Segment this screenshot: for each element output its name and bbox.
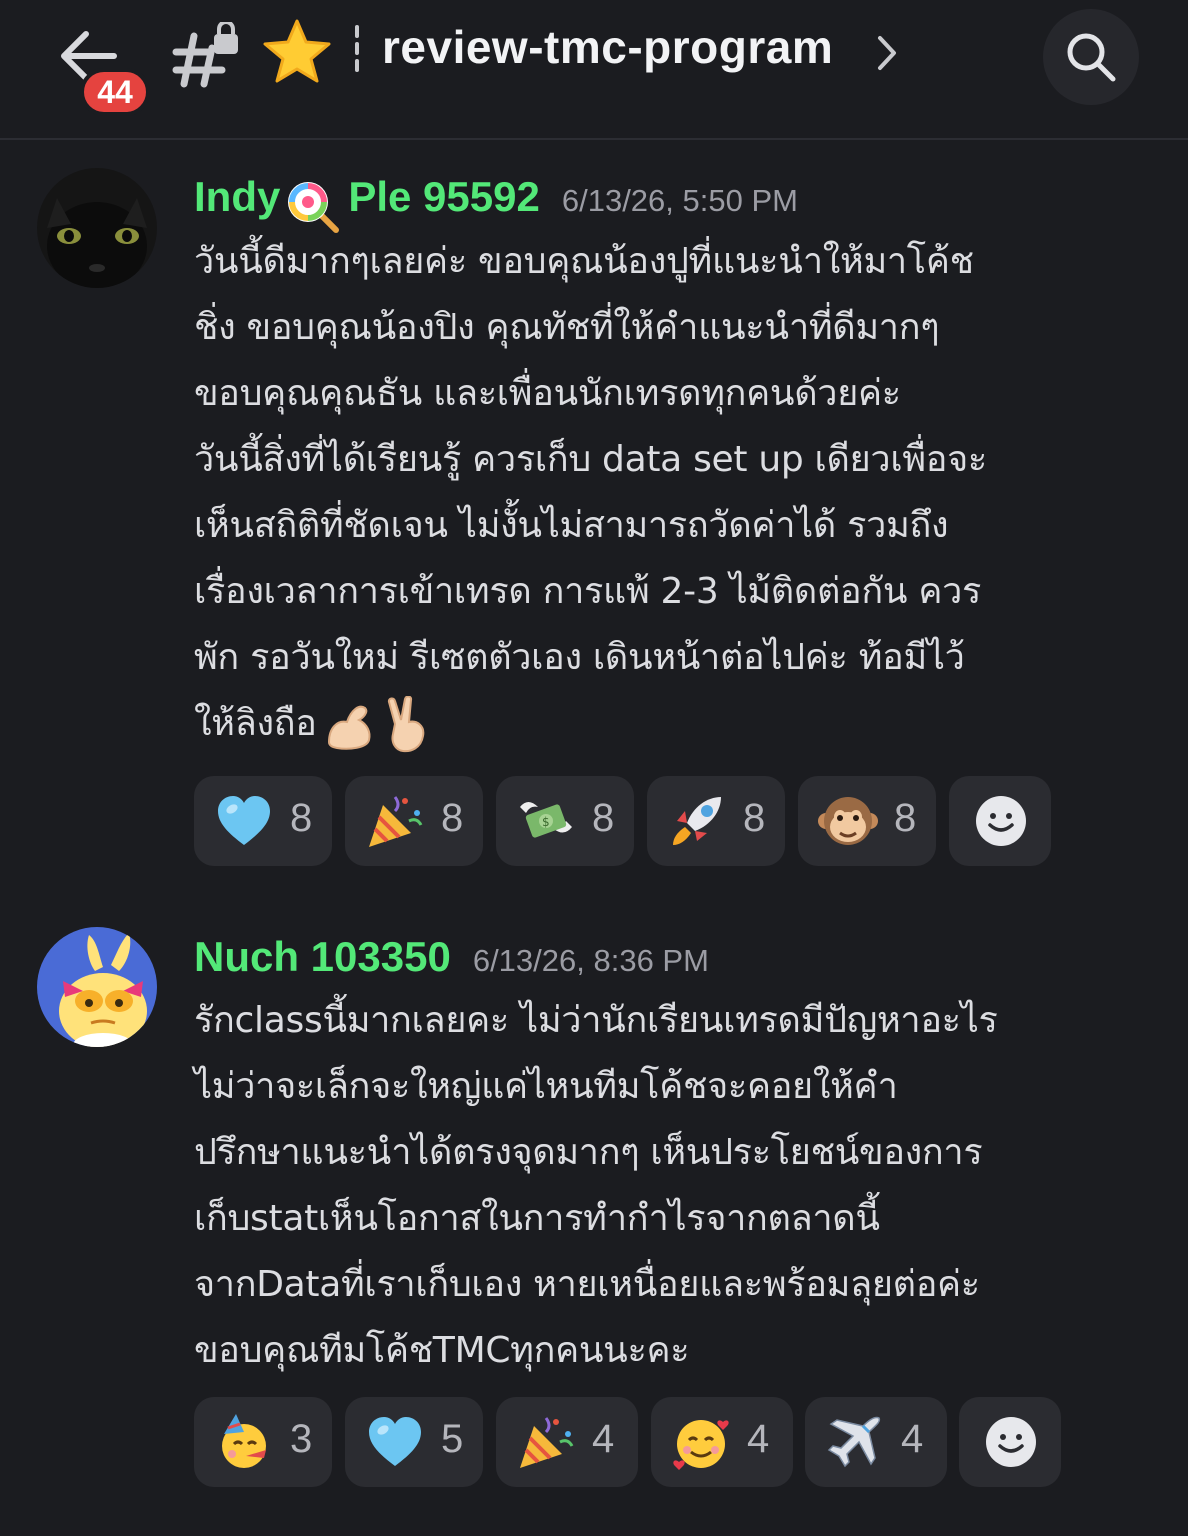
- back-button[interactable]: 44: [50, 22, 150, 118]
- svg-text:$: $: [542, 815, 550, 829]
- reaction-monkey-face[interactable]: 8: [798, 776, 936, 866]
- reaction-count: 5: [441, 1417, 464, 1461]
- reaction-rocket[interactable]: 8: [647, 776, 785, 866]
- avatar[interactable]: [37, 168, 157, 288]
- airplane-icon: [827, 1416, 881, 1468]
- chevron-right-icon[interactable]: [876, 34, 898, 72]
- author-name-suffix[interactable]: Ple 95592: [348, 173, 540, 220]
- add-reaction-button[interactable]: [959, 1397, 1061, 1487]
- add-reaction-button[interactable]: [949, 776, 1051, 866]
- message-text: วันนี้ดีมากๆเลยค่ะ ขอบคุณน้องปูที่แนะนำใ…: [194, 229, 1154, 757]
- timestamp: 6/13/26, 5:50 PM: [561, 183, 798, 218]
- reaction-count: 4: [592, 1417, 615, 1461]
- unread-badge: 44: [80, 68, 150, 116]
- author-name[interactable]: Indy: [194, 173, 280, 220]
- party-popper-icon: [369, 796, 423, 847]
- reaction-count: 8: [894, 796, 917, 840]
- add-reaction-icon: [986, 1417, 1036, 1467]
- reaction-partying-face[interactable]: 3: [194, 1397, 332, 1487]
- reaction-airplane[interactable]: 4: [805, 1397, 947, 1487]
- reaction-count: 8: [290, 796, 313, 840]
- reaction-party-popper[interactable]: 4: [496, 1397, 638, 1487]
- reaction-smiling-face-with-hearts[interactable]: 4: [651, 1397, 793, 1487]
- reaction-money-with-wings[interactable]: $ 8: [496, 776, 634, 866]
- victory-hand-icon: [387, 696, 424, 753]
- flexed-biceps-icon: [327, 705, 371, 750]
- message-body: วันนี้ดีมากๆเลยค่ะ ขอบคุณน้องปูที่แนะนำใ…: [194, 241, 987, 744]
- reaction-party-popper[interactable]: 8: [345, 776, 483, 866]
- smiling-face-with-hearts-icon: [673, 1420, 729, 1470]
- message-header: Indy Ple 95592 6/13/26, 5:50 PM: [194, 173, 798, 234]
- blue-heart-icon: [369, 1417, 421, 1466]
- lollipop-icon: [288, 181, 340, 233]
- rocket-icon: [673, 797, 721, 845]
- reaction-count: 8: [441, 796, 464, 840]
- blue-heart-icon: [218, 796, 270, 845]
- search-icon: [1067, 33, 1116, 82]
- bunny-avatar-icon: [37, 927, 157, 1047]
- search-button[interactable]: [1043, 9, 1139, 105]
- add-reaction-icon: [976, 796, 1026, 846]
- cat-avatar-icon: [37, 168, 157, 288]
- partying-face-icon: [222, 1414, 266, 1468]
- reaction-count: 3: [290, 1417, 313, 1461]
- party-popper-icon: [520, 1417, 574, 1468]
- reaction-count: 4: [747, 1417, 770, 1461]
- star-icon: [263, 19, 331, 83]
- message-header: Nuch 103350 6/13/26, 8:36 PM: [194, 933, 709, 981]
- reaction-count: 8: [592, 796, 615, 840]
- avatar[interactable]: [37, 927, 157, 1047]
- reaction-blue-heart[interactable]: 8: [194, 776, 332, 866]
- timestamp: 6/13/26, 8:36 PM: [472, 943, 709, 978]
- reaction-count: 8: [743, 796, 766, 840]
- channel-name[interactable]: review-tmc-program: [382, 20, 833, 74]
- channel-header: 44 review-tmc-program: [0, 0, 1188, 140]
- message-text: รักclassนี้มากเลยคะ ไม่ว่านักเรียนเทรดมี…: [194, 1000, 998, 1371]
- reaction-blue-heart[interactable]: 5: [345, 1397, 483, 1487]
- reaction-count: 4: [901, 1417, 924, 1461]
- money-with-wings-icon: $: [520, 802, 572, 838]
- author-name[interactable]: Nuch 103350: [194, 933, 451, 980]
- separator-icon: [355, 25, 359, 72]
- monkey-face-icon: [818, 797, 878, 845]
- locked-threads-icon: [172, 22, 238, 88]
